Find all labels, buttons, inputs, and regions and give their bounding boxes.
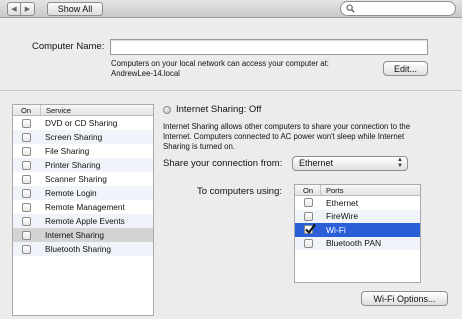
service-row-remote-login[interactable]: Remote Login — [13, 186, 153, 200]
service-label: Remote Login — [45, 188, 97, 198]
popup-arrows-icon: ▲ ▼ — [397, 157, 403, 169]
service-row-scanner-sharing[interactable]: Scanner Sharing — [13, 172, 153, 186]
service-label: Bluetooth Sharing — [45, 244, 111, 254]
share-from-popup[interactable]: Ethernet ▲ ▼ — [292, 156, 408, 171]
service-label: Scanner Sharing — [45, 174, 107, 184]
service-checkbox[interactable] — [22, 161, 31, 170]
computer-name-description-line: Computers on your local network can acce… — [111, 59, 329, 68]
toolbar: ◀ ▶ Show All — [0, 0, 462, 18]
service-label: Remote Apple Events — [45, 216, 125, 226]
service-label: Screen Sharing — [45, 132, 103, 142]
service-checkbox[interactable] — [22, 231, 31, 240]
port-label: FireWire — [326, 211, 359, 221]
port-checkbox-checked[interactable] — [304, 223, 316, 235]
section-divider — [0, 90, 462, 91]
service-row-remote-management[interactable]: Remote Management — [13, 200, 153, 214]
header-on[interactable]: On — [21, 106, 31, 115]
service-row-screen-sharing[interactable]: Screen Sharing — [13, 130, 153, 144]
service-row-printer-sharing[interactable]: Printer Sharing — [13, 158, 153, 172]
service-checkbox[interactable] — [22, 133, 31, 142]
forward-button[interactable]: ▶ — [21, 2, 35, 16]
service-list: On Service DVD or CD Sharing Screen Shar… — [12, 104, 154, 316]
service-row-dvd-or-cd-sharing[interactable]: DVD or CD Sharing — [13, 116, 153, 130]
port-checkbox[interactable] — [304, 198, 313, 207]
service-label: File Sharing — [45, 146, 90, 156]
service-checkbox[interactable] — [22, 189, 31, 198]
sharing-description: Internet Sharing allows other computers … — [163, 122, 455, 152]
service-checkbox[interactable] — [22, 119, 31, 128]
service-label: Printer Sharing — [45, 160, 101, 170]
service-checkbox[interactable] — [22, 217, 31, 226]
service-label: DVD or CD Sharing — [45, 118, 118, 128]
sharing-status: Internet Sharing: Off — [176, 104, 262, 115]
checkmark-icon — [305, 223, 316, 235]
header-service[interactable]: Service — [46, 106, 71, 115]
sharing-description-line: Internet. Computers connected to AC powe… — [163, 132, 405, 141]
port-checkbox[interactable] — [304, 211, 313, 221]
header-separator — [40, 105, 41, 115]
service-list-header: On Service — [13, 105, 153, 116]
wifi-options-button[interactable]: Wi-Fi Options... — [361, 291, 448, 306]
header-separator — [320, 185, 321, 195]
computer-name-description: Computers on your local network can acce… — [111, 59, 371, 79]
show-all-button[interactable]: Show All — [47, 2, 103, 16]
search-field[interactable] — [340, 1, 456, 16]
computer-local-address: AndrewLee-14.local — [111, 69, 180, 78]
port-label: Wi-Fi — [326, 224, 346, 235]
sharing-description-line: Internet Sharing allows other computers … — [163, 122, 411, 131]
search-input[interactable] — [358, 3, 450, 14]
computer-name-field[interactable] — [110, 39, 428, 55]
status-indicator-icon — [163, 106, 171, 114]
header-ports[interactable]: Ports — [326, 186, 344, 195]
edit-button[interactable]: Edit... — [383, 61, 428, 76]
port-label: Ethernet — [326, 197, 359, 208]
port-row-ethernet[interactable]: Ethernet — [295, 196, 420, 210]
service-checkbox[interactable] — [22, 203, 31, 212]
port-row-wifi[interactable]: Wi-Fi — [295, 223, 420, 237]
ports-list: On Ports Ethernet FireWire Wi-Fi Bluetoo… — [294, 184, 421, 283]
service-row-remote-apple-events[interactable]: Remote Apple Events — [13, 214, 153, 228]
service-row-file-sharing[interactable]: File Sharing — [13, 144, 153, 158]
to-computers-label: To computers using: — [197, 186, 283, 197]
service-checkbox[interactable] — [22, 175, 31, 184]
search-icon — [346, 4, 355, 13]
port-label: Bluetooth PAN — [326, 238, 382, 248]
service-checkbox[interactable] — [22, 147, 31, 156]
ports-list-header: On Ports — [295, 185, 420, 196]
share-from-value: Ethernet — [299, 158, 334, 168]
forward-arrow-icon: ▶ — [24, 6, 31, 13]
service-row-internet-sharing[interactable]: Internet Sharing — [13, 228, 153, 242]
header-on[interactable]: On — [303, 186, 313, 195]
service-label: Remote Management — [45, 202, 125, 212]
back-arrow-icon: ◀ — [11, 6, 17, 13]
service-label: Internet Sharing — [45, 230, 105, 240]
sharing-description-line: Sharing is turned on. — [163, 142, 235, 151]
service-checkbox[interactable] — [22, 245, 31, 254]
port-row-bluetooth-pan[interactable]: Bluetooth PAN — [295, 236, 420, 250]
computer-name-label: Computer Name: — [32, 41, 105, 52]
port-row-firewire[interactable]: FireWire — [295, 209, 420, 223]
service-row-bluetooth-sharing[interactable]: Bluetooth Sharing — [13, 242, 153, 256]
port-checkbox[interactable] — [304, 238, 313, 248]
back-button[interactable]: ◀ — [7, 2, 21, 16]
share-from-label: Share your connection from: — [163, 158, 283, 169]
